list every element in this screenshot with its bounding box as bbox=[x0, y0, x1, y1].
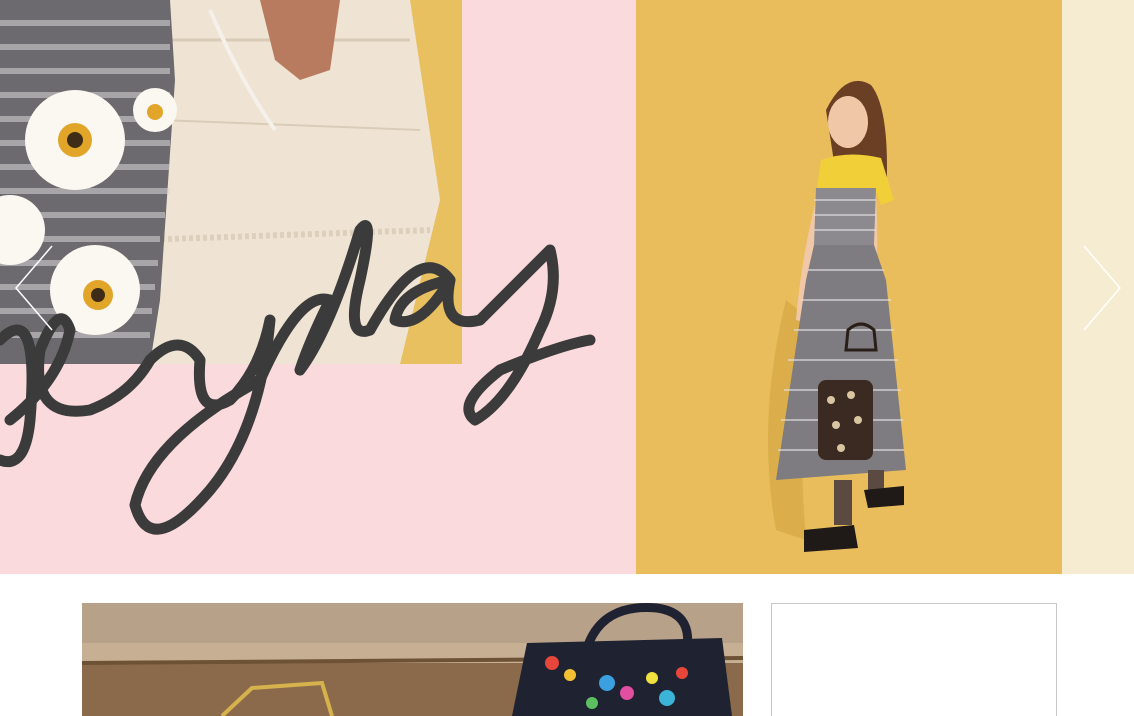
carousel-prev-button[interactable] bbox=[10, 244, 54, 332]
hero-carousel bbox=[0, 0, 1134, 574]
hero-photo-model-yellow[interactable] bbox=[636, 0, 1062, 574]
chevron-left-icon bbox=[15, 245, 53, 331]
promo-photo-embroidered-bag[interactable] bbox=[82, 603, 743, 716]
promo-side-panel bbox=[771, 603, 1057, 716]
chevron-right-icon bbox=[1083, 245, 1121, 331]
hero-script-heyday bbox=[0, 220, 596, 535]
carousel-next-button[interactable] bbox=[1080, 244, 1124, 332]
